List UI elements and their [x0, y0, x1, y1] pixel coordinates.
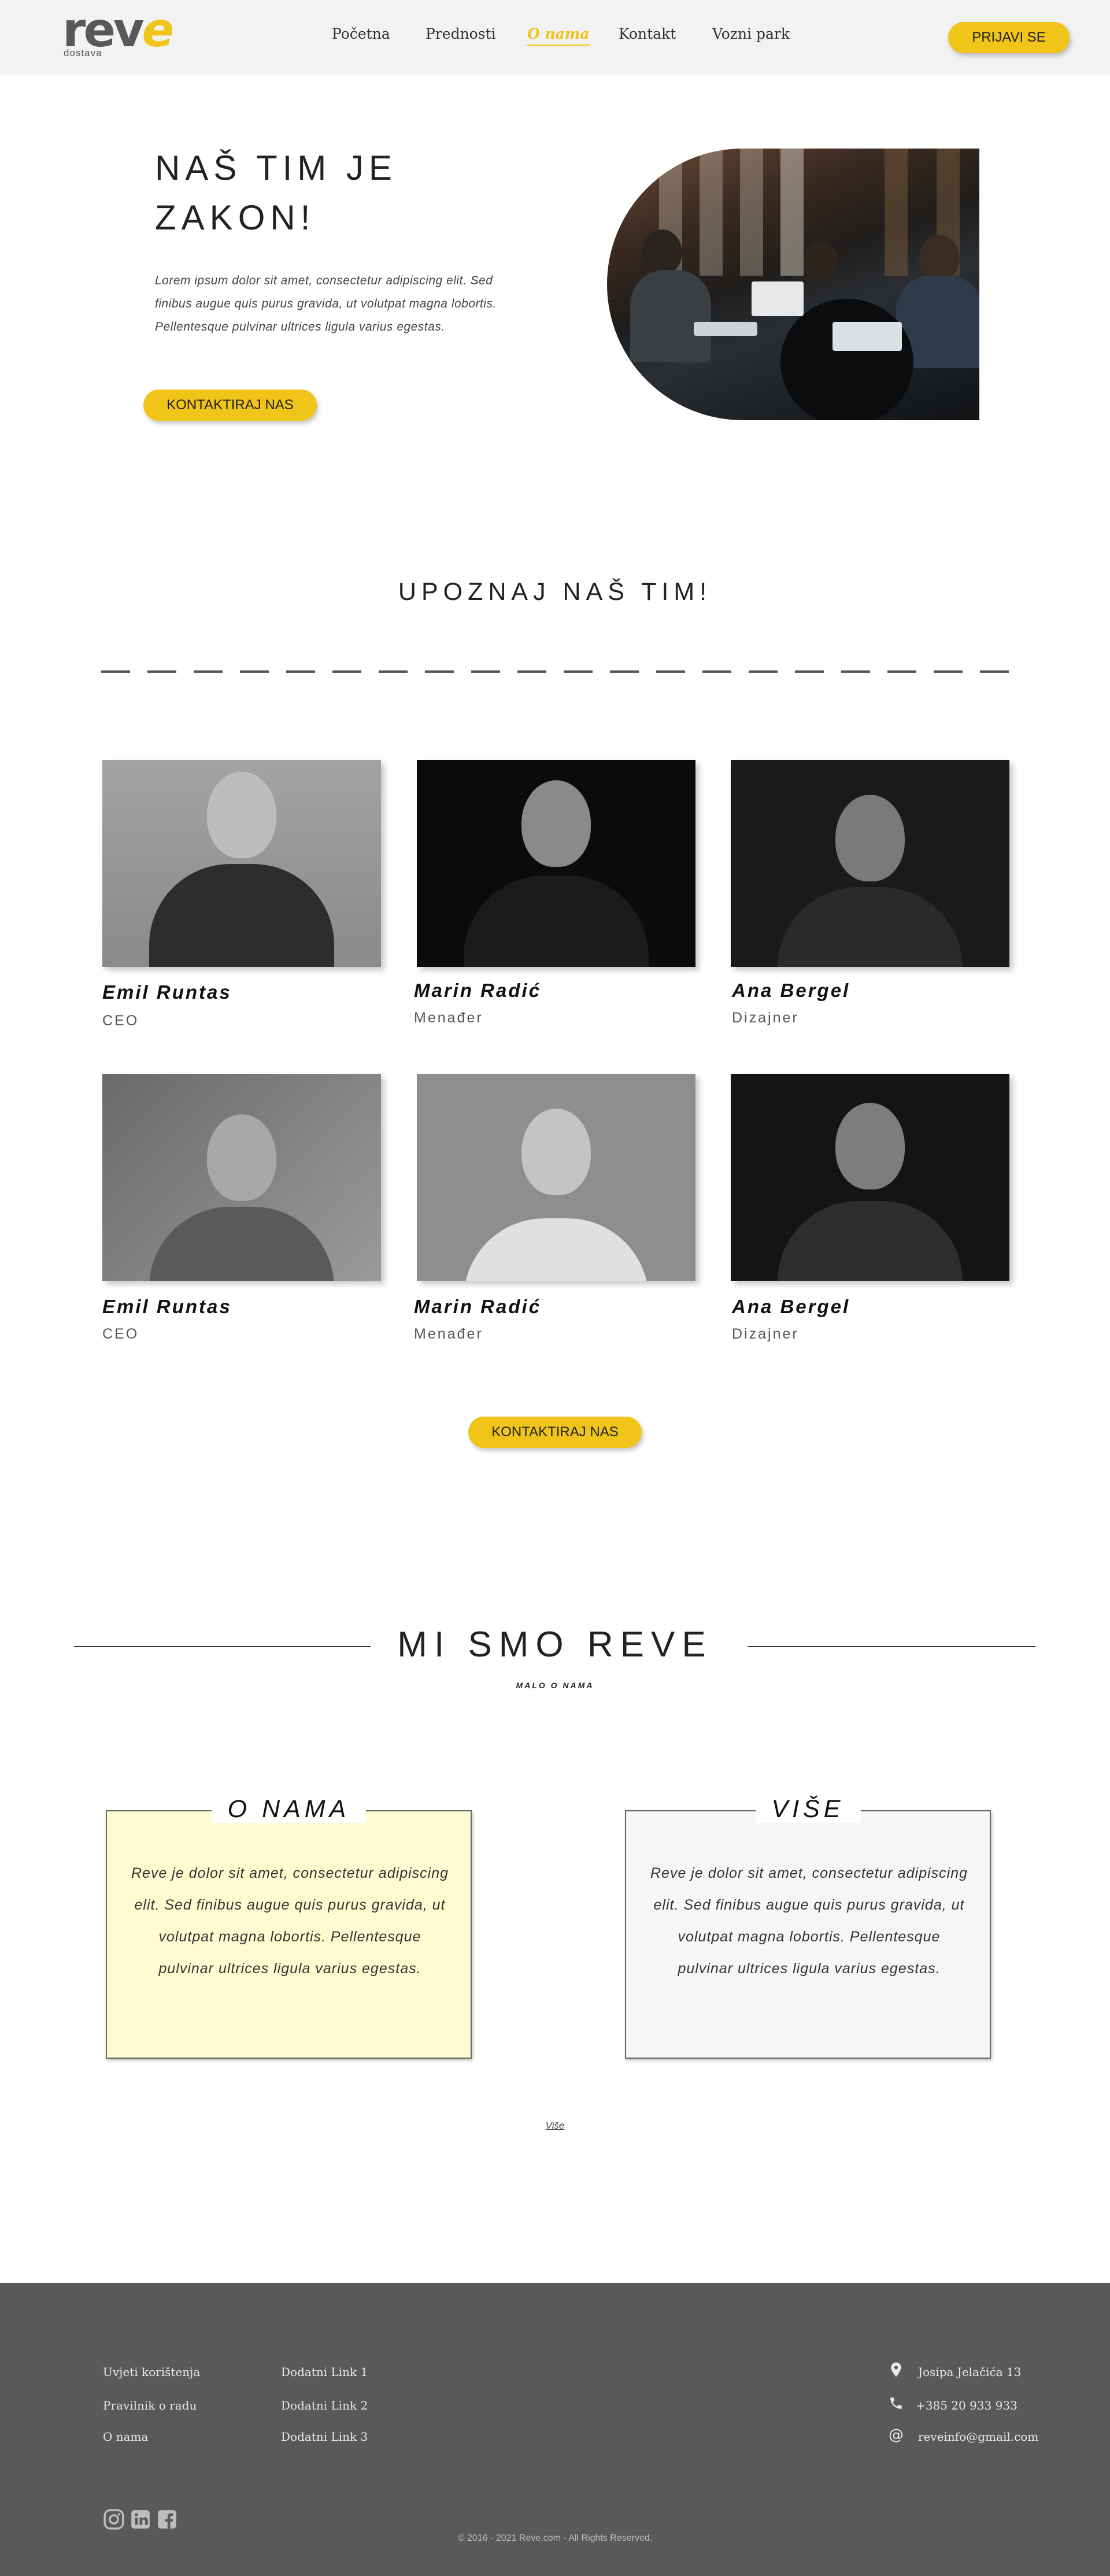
- login-button[interactable]: PRIJAVI SE: [948, 22, 1070, 53]
- hero-team-photo: [607, 149, 979, 420]
- footer-link[interactable]: Uvjeti korištenja: [103, 2365, 200, 2379]
- about-box-title: O NAMA: [107, 1795, 471, 1823]
- member-role: CEO: [102, 1013, 139, 1029]
- nav-item-pocetna[interactable]: Početna: [332, 25, 390, 42]
- about-box-o-nama: O NAMA Reve je dolor sit amet, consectet…: [106, 1795, 472, 2059]
- nav-item-kontakt[interactable]: Kontakt: [619, 25, 676, 42]
- member-role: Menađer: [414, 1326, 483, 1342]
- member-photo: [417, 760, 695, 967]
- facebook-icon[interactable]: [156, 2508, 178, 2530]
- member-name: Marin Radić: [414, 1296, 542, 1317]
- linkedin-icon[interactable]: [130, 2508, 151, 2530]
- footer-link[interactable]: Dodatni Link 3: [281, 2430, 368, 2444]
- member-role: Dizajner: [732, 1010, 799, 1026]
- phone-icon: [890, 2397, 902, 2409]
- member-name: Emil Runtas: [102, 981, 232, 1003]
- footer-link[interactable]: O nama: [103, 2430, 148, 2444]
- logo-subtitle: dostava: [64, 47, 102, 58]
- location-pin-icon: [891, 2362, 901, 2377]
- footer-address: Josipa Jelačića 13: [918, 2365, 1022, 2379]
- hero-title: NAŠ TIM JE ZAKON!: [155, 149, 397, 237]
- member-name: Ana Bergel: [732, 980, 850, 1001]
- more-link[interactable]: Više: [0, 2120, 1110, 2132]
- hero-contact-button[interactable]: KONTAKTIRAJ NAS: [143, 390, 317, 421]
- member-photo: [102, 760, 381, 967]
- about-box-text: Reve je dolor sit amet, consectetur adip…: [650, 1865, 968, 1977]
- member-name: Emil Runtas: [102, 1296, 232, 1317]
- member-photo: [731, 760, 1009, 967]
- copyright: © 2016 - 2021 Reve.com - All Rights Rese…: [457, 2533, 653, 2543]
- member-role: CEO: [102, 1326, 139, 1342]
- about-box-text: Reve je dolor sit amet, consectetur adip…: [131, 1865, 449, 1977]
- footer-link[interactable]: Pravilnik o radu: [103, 2399, 197, 2412]
- footer-link[interactable]: Dodatni Link 2: [281, 2399, 368, 2412]
- about-box-vise: VIŠE Reve je dolor sit amet, consectetur…: [625, 1795, 991, 2059]
- about-section-title: MI SMO REVE: [397, 1625, 713, 1665]
- hero-text: Lorem ipsum dolor sit amet, consectetur …: [155, 274, 497, 333]
- at-sign-icon: @: [889, 2426, 904, 2444]
- dashed-divider: [101, 670, 1012, 673]
- team-contact-button[interactable]: KONTAKTIRAJ NAS: [468, 1417, 642, 1448]
- site-header: reve dostava Početna Prednosti O nama Ko…: [0, 0, 1110, 73]
- nav-item-o-nama[interactable]: O nama: [527, 25, 590, 46]
- footer-email[interactable]: reveinfo@gmail.com: [918, 2430, 1038, 2444]
- member-photo: [417, 1074, 695, 1281]
- member-role: Dizajner: [732, 1326, 799, 1342]
- footer-phone: +385 20 933 933: [916, 2399, 1018, 2412]
- main-nav: Početna Prednosti O nama Kontakt Vozni p…: [0, 25, 1110, 49]
- about-section-subtitle: MALO O NAMA: [516, 1681, 594, 1690]
- member-photo: [731, 1074, 1009, 1281]
- member-photo: [102, 1074, 381, 1281]
- member-role: Menađer: [414, 1010, 483, 1026]
- member-name: Ana Bergel: [732, 1296, 850, 1317]
- member-name: Marin Radić: [414, 980, 542, 1001]
- nav-item-prednosti[interactable]: Prednosti: [426, 25, 496, 42]
- team-section-title: UPOZNAJ NAŠ TIM!: [398, 578, 712, 606]
- instagram-icon[interactable]: [103, 2508, 125, 2530]
- footer-link[interactable]: Dodatni Link 1: [281, 2365, 368, 2379]
- about-box-title: VIŠE: [626, 1795, 990, 1823]
- nav-item-vozni-park[interactable]: Vozni park: [712, 25, 790, 42]
